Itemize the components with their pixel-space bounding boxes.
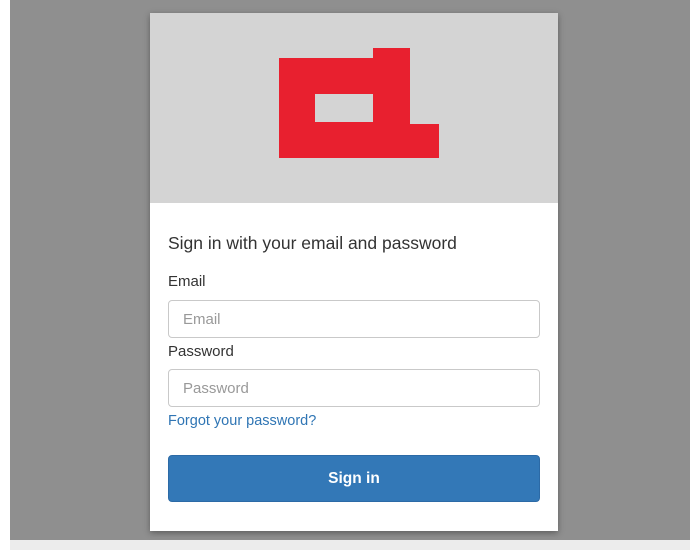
sign-in-card: Sign in with your email and password Ema… [150, 13, 558, 531]
sign-in-heading: Sign in with your email and password [168, 233, 457, 253]
email-label: Email [168, 273, 206, 290]
password-field[interactable] [168, 369, 540, 407]
page-edge-bottom [10, 540, 690, 550]
forgot-password-link[interactable]: Forgot your password? [168, 413, 316, 429]
email-field[interactable] [168, 300, 540, 338]
sign-in-button[interactable]: Sign in [168, 455, 540, 502]
logo-banner [150, 13, 558, 203]
page-edge [0, 0, 10, 550]
brand-logo-icon [279, 48, 439, 158]
password-label: Password [168, 343, 234, 360]
